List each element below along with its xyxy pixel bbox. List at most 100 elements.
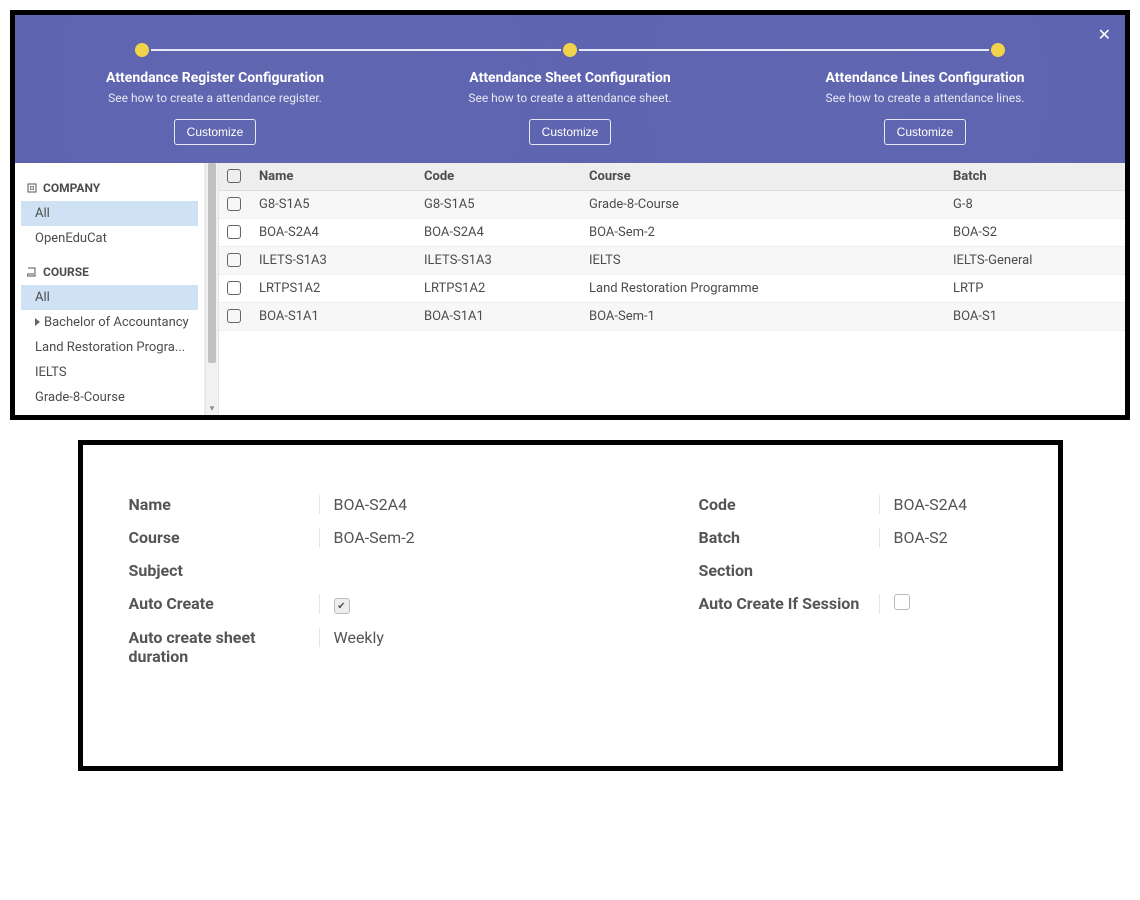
sidebar-group-course[interactable]: COURSE	[27, 265, 192, 279]
table-row[interactable]: LRTPS1A2 LRTPS1A2 Land Restoration Progr…	[219, 274, 1125, 302]
sidebar-item-label: Grade-8-Course	[35, 390, 125, 405]
value-name: BOA-S2A4	[319, 495, 609, 514]
value-batch: BOA-S2	[879, 528, 1029, 547]
row-checkbox[interactable]	[227, 225, 241, 239]
table-header-row: Name Code Course Batch	[219, 163, 1125, 191]
sidebar-item-openeducat[interactable]: OpenEduCat	[21, 226, 198, 251]
label-auto-create-if-session: Auto Create If Session	[699, 594, 879, 613]
onboarding-step-sheet: Attendance Sheet Configuration See how t…	[430, 69, 710, 145]
col-batch[interactable]: Batch	[945, 163, 1125, 191]
cell-course: IELTS	[581, 246, 945, 274]
auto-create-if-session-checkbox[interactable]	[894, 594, 910, 610]
scrollbar-thumb[interactable]	[208, 163, 216, 363]
label-auto-create-sheet-duration: Auto create sheet duration	[129, 628, 319, 666]
stepper	[15, 15, 1125, 69]
scroll-down-icon[interactable]: ▾	[206, 403, 218, 415]
cell-name: BOA-S2A4	[251, 218, 416, 246]
sidebar-group-company[interactable]: COMPANY	[27, 181, 192, 195]
customize-button[interactable]: Customize	[174, 119, 257, 145]
sidebar-item-label: OpenEduCat	[35, 231, 107, 246]
book-icon	[27, 267, 37, 277]
step-line	[579, 49, 989, 51]
step-line	[151, 49, 561, 51]
cell-name: G8-S1A5	[251, 190, 416, 218]
sidebar-item-all-company[interactable]: All	[21, 201, 198, 226]
step-subtitle: See how to create a attendance register.	[75, 91, 355, 107]
label-batch: Batch	[699, 528, 879, 547]
value-auto-create: ✔	[319, 594, 609, 615]
table-row[interactable]: G8-S1A5 G8-S1A5 Grade-8-Course G-8	[219, 190, 1125, 218]
cell-course: Grade-8-Course	[581, 190, 945, 218]
record-detail-panel: Name BOA-S2A4 Code BOA-S2A4 Course BOA-S…	[78, 440, 1063, 772]
cell-name: ILETS-S1A3	[251, 246, 416, 274]
checkbox-icon[interactable]	[227, 169, 241, 183]
cell-code: BOA-S1A1	[416, 302, 581, 330]
onboarding-step-register: Attendance Register Configuration See ho…	[75, 69, 355, 145]
sidebar-item-all-course[interactable]: All	[21, 285, 198, 310]
cell-course: BOA-Sem-2	[581, 218, 945, 246]
label-code: Code	[699, 495, 879, 514]
sidebar-item-bachelor[interactable]: Bachelor of Accountancy	[21, 310, 198, 335]
onboarding-hero: ✕ Attendance Register Configuration See …	[15, 15, 1125, 163]
sidebar-scrollbar[interactable]: ▾	[205, 163, 219, 415]
auto-create-checkbox[interactable]: ✔	[334, 598, 350, 614]
step-dot-3	[991, 43, 1005, 57]
step-subtitle: See how to create a attendance lines.	[785, 91, 1065, 107]
step-dot-2	[563, 43, 577, 57]
cell-batch: LRTP	[945, 274, 1125, 302]
sidebar-item-grade8[interactable]: Grade-8-Course	[21, 385, 198, 410]
onboarding-columns: Attendance Register Configuration See ho…	[15, 69, 1125, 145]
cell-code: G8-S1A5	[416, 190, 581, 218]
step-dot-1	[135, 43, 149, 57]
sidebar-group-label: COURSE	[43, 265, 89, 279]
value-code: BOA-S2A4	[879, 495, 1029, 514]
onboarding-and-list-panel: ✕ Attendance Register Configuration See …	[10, 10, 1130, 420]
building-icon	[27, 183, 37, 193]
value-course: BOA-Sem-2	[319, 528, 609, 547]
onboarding-step-lines: Attendance Lines Configuration See how t…	[785, 69, 1065, 145]
cell-code: BOA-S2A4	[416, 218, 581, 246]
main-content: COMPANY All OpenEduCat COURSE All Bachel…	[15, 163, 1125, 415]
step-title: Attendance Register Configuration	[75, 69, 355, 87]
cell-batch: IELTS-General	[945, 246, 1125, 274]
select-all-header[interactable]	[219, 163, 251, 191]
cell-batch: BOA-S2	[945, 218, 1125, 246]
table-row[interactable]: BOA-S1A1 BOA-S1A1 BOA-Sem-1 BOA-S1	[219, 302, 1125, 330]
sidebar-item-label: All	[35, 290, 50, 305]
value-auto-create-sheet-duration: Weekly	[319, 628, 609, 647]
step-subtitle: See how to create a attendance sheet.	[430, 91, 710, 107]
sidebar-group-label: COMPANY	[43, 181, 100, 195]
detail-form: Name BOA-S2A4 Code BOA-S2A4 Course BOA-S…	[129, 495, 1012, 667]
value-auto-create-if-session	[879, 594, 1029, 614]
cell-batch: BOA-S1	[945, 302, 1125, 330]
customize-button[interactable]: Customize	[884, 119, 967, 145]
sidebar-item-label: All	[35, 206, 50, 221]
table-row[interactable]: BOA-S2A4 BOA-S2A4 BOA-Sem-2 BOA-S2	[219, 218, 1125, 246]
cell-course: BOA-Sem-1	[581, 302, 945, 330]
row-checkbox[interactable]	[227, 281, 241, 295]
label-subject: Subject	[129, 561, 319, 580]
row-checkbox[interactable]	[227, 309, 241, 323]
customize-button[interactable]: Customize	[529, 119, 612, 145]
col-code[interactable]: Code	[416, 163, 581, 191]
col-course[interactable]: Course	[581, 163, 945, 191]
attendance-register-table: Name Code Course Batch G8-S1A5 G8-S1A5 G…	[219, 163, 1125, 331]
sidebar-item-label: IELTS	[35, 365, 67, 380]
close-icon[interactable]: ✕	[1098, 25, 1111, 44]
cell-code: ILETS-S1A3	[416, 246, 581, 274]
sidebar-item-ielts[interactable]: IELTS	[21, 360, 198, 385]
label-course: Course	[129, 528, 319, 547]
cell-name: BOA-S1A1	[251, 302, 416, 330]
sidebar-item-label: Land Restoration Progra...	[35, 340, 185, 355]
table-row[interactable]: ILETS-S1A3 ILETS-S1A3 IELTS IELTS-Genera…	[219, 246, 1125, 274]
row-checkbox[interactable]	[227, 253, 241, 267]
row-checkbox[interactable]	[227, 197, 241, 211]
sidebar-item-land-restoration[interactable]: Land Restoration Progra...	[21, 335, 198, 360]
cell-course: Land Restoration Programme	[581, 274, 945, 302]
step-title: Attendance Lines Configuration	[785, 69, 1065, 87]
step-title: Attendance Sheet Configuration	[430, 69, 710, 87]
col-name[interactable]: Name	[251, 163, 416, 191]
caret-right-icon	[35, 318, 40, 326]
cell-name: LRTPS1A2	[251, 274, 416, 302]
label-section: Section	[699, 561, 879, 580]
